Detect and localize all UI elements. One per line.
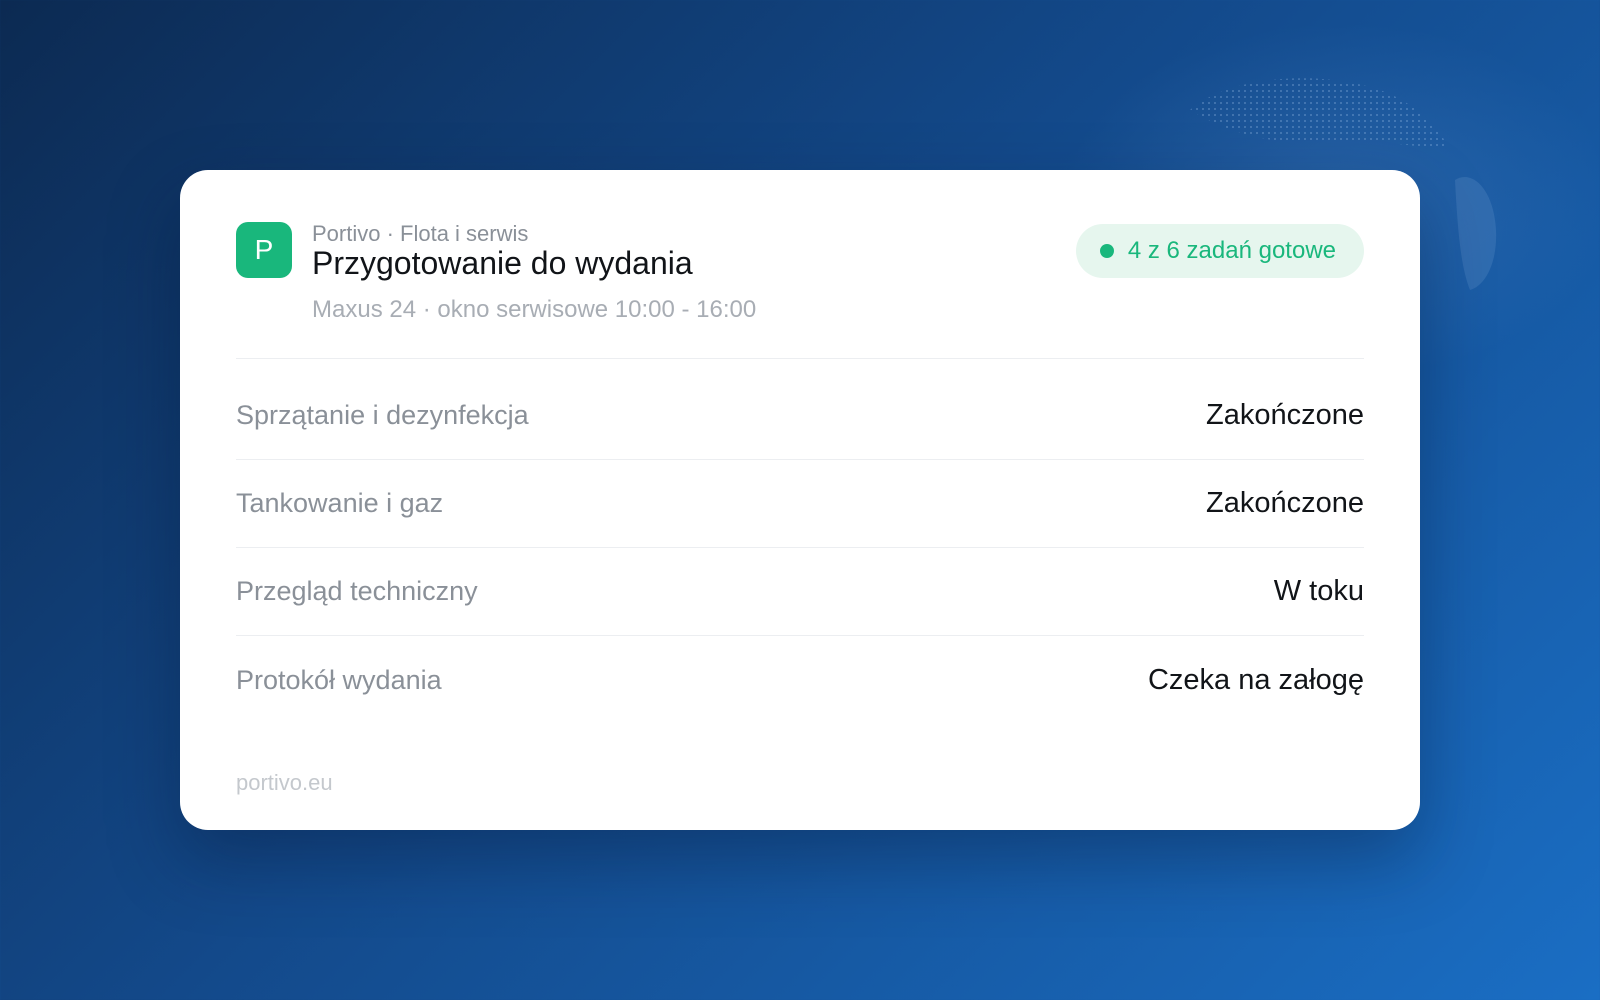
progress-badge-label: 4 z 6 zadań gotowe	[1127, 237, 1336, 264]
task-status: Zakończone	[1206, 399, 1364, 431]
portivo-logo: P	[236, 222, 292, 278]
preparation-card: P Portivo · Flota i serwis Przygotowanie…	[180, 170, 1420, 830]
footer-domain: portivo.eu	[236, 770, 333, 795]
page-title: Przygotowanie do wydania	[312, 245, 693, 281]
header-divider	[236, 358, 1364, 359]
status-dot-icon	[1099, 244, 1114, 258]
task-label: Przegląd techniczny	[236, 576, 478, 606]
task-row-inspection: Przegląd techniczny W toku	[236, 548, 1364, 636]
task-status: W toku	[1273, 575, 1364, 607]
task-status: Zakończone	[1206, 487, 1364, 519]
vehicle-service-window: Maxus 24 · okno serwisowe 10:00 - 16:00	[312, 296, 757, 323]
progress-badge: 4 z 6 zadań gotowe	[1075, 224, 1364, 278]
task-label: Protokół wydania	[236, 664, 442, 695]
task-list: Sprzątanie i dezynfekcja Zakończone Tank…	[236, 372, 1364, 724]
org-breadcrumb: Portivo · Flota i serwis	[312, 221, 529, 246]
task-label: Sprzątanie i dezynfekcja	[236, 400, 529, 430]
task-row-cleaning: Sprzątanie i dezynfekcja Zakończone	[236, 372, 1364, 460]
task-row-fueling: Tankowanie i gaz Zakończone	[236, 460, 1364, 548]
task-row-handover-protocol: Protokół wydania Czeka na załogę	[236, 636, 1364, 724]
task-status: Czeka na załogę	[1147, 663, 1364, 696]
task-label: Tankowanie i gaz	[236, 488, 444, 518]
